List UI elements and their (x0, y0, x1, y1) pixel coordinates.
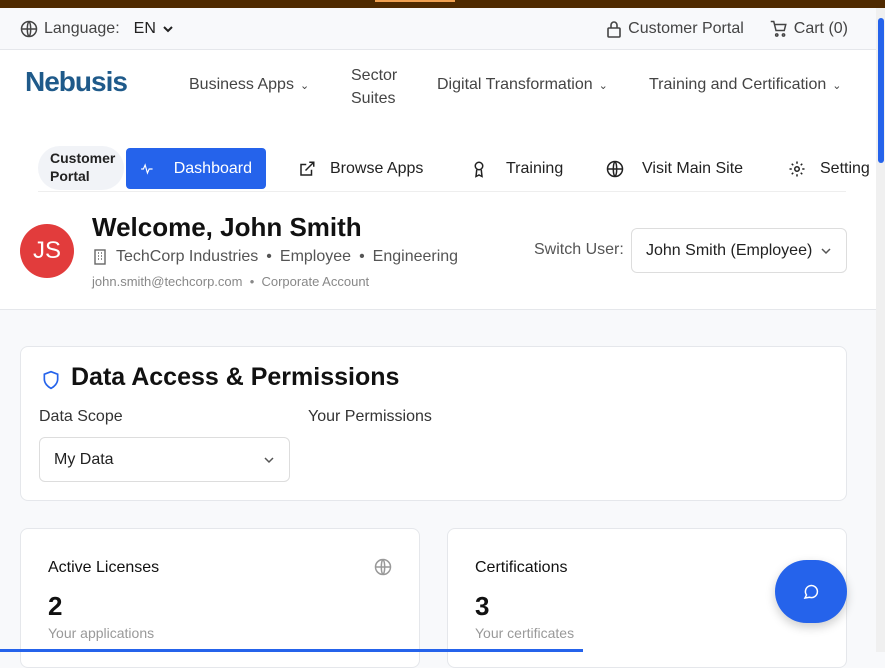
nebusis-logo[interactable]: Nebusis (25, 66, 128, 98)
main-nav: Nebusis Business Apps ⌄ Sector Suites Dig… (0, 50, 876, 124)
cart-link[interactable]: Cart (0) (770, 20, 848, 38)
building-icon (94, 249, 106, 265)
lock-icon (607, 20, 621, 38)
external-link-icon (300, 161, 315, 176)
browser-top-strip (0, 0, 885, 8)
tab-training[interactable]: Training (470, 148, 563, 189)
tab-visit-main-site[interactable]: Visit Main Site (606, 148, 743, 189)
permissions-card: Data Access & Permissions Data Scope You… (20, 346, 847, 501)
data-scope-select[interactable]: My Data (39, 437, 290, 482)
scrollbar[interactable] (876, 8, 885, 652)
globe-icon (20, 20, 38, 37)
award-icon (474, 161, 484, 178)
cart-icon (770, 20, 787, 37)
nav-sector-suites[interactable]: Sector Suites (351, 64, 401, 110)
switch-user-label: Switch User: (534, 241, 624, 258)
data-scope-label: Data Scope (39, 408, 123, 425)
globe-icon (606, 160, 624, 177)
chevron-down-icon (264, 456, 274, 463)
portal-header: Customer Portal Dashboard Browse Apps Tr… (0, 124, 876, 310)
welcome-heading: Welcome, John Smith (92, 212, 362, 242)
nav-digital-transformation[interactable]: Digital Transformation ⌄ (437, 76, 608, 94)
chevron-down-icon (163, 25, 173, 32)
user-meta: TechCorp Industries • Employee • Engineeri… (92, 248, 458, 266)
globe-icon (374, 558, 392, 576)
nav-business-apps[interactable]: Business Apps ⌄ (189, 76, 309, 94)
chevron-down-icon: ⌄ (832, 79, 842, 92)
utility-bar: Language: EN Customer Portal Cart (0) (0, 8, 876, 50)
permissions-title: Data Access & Permissions (71, 363, 400, 391)
stat-card-licenses: Active Licenses 2 Your applications (20, 528, 420, 668)
permissions-label: Your Permissions (308, 408, 432, 425)
scrollbar-thumb[interactable] (878, 18, 884, 163)
gear-icon (789, 161, 805, 176)
tab-browse-apps[interactable]: Browse Apps (298, 148, 423, 189)
activity-icon (141, 162, 153, 175)
chevron-down-icon: ⌄ (598, 79, 608, 92)
language-selector[interactable]: Language: EN (20, 20, 174, 38)
nav-training-certification[interactable]: Training and Certification ⌄ (649, 76, 842, 94)
avatar: JS (20, 224, 74, 278)
portal-badge: Customer Portal (38, 146, 124, 190)
customer-portal-link[interactable]: Customer Portal (606, 20, 744, 38)
chevron-down-icon (821, 247, 831, 254)
chat-icon (803, 584, 819, 599)
switch-user-select[interactable]: John Smith (Employee) (631, 228, 847, 273)
tab-dashboard[interactable]: Dashboard (126, 148, 266, 189)
chevron-down-icon: ⌄ (299, 79, 310, 92)
user-email-line: john.smith@techcorp.com • Corporate Acco… (92, 274, 370, 289)
shield-icon (43, 370, 59, 390)
tab-settings[interactable]: Setting (788, 148, 870, 189)
portal-tabs: Customer Portal Dashboard Browse Apps Tr… (38, 136, 870, 192)
chat-button[interactable] (775, 560, 847, 623)
